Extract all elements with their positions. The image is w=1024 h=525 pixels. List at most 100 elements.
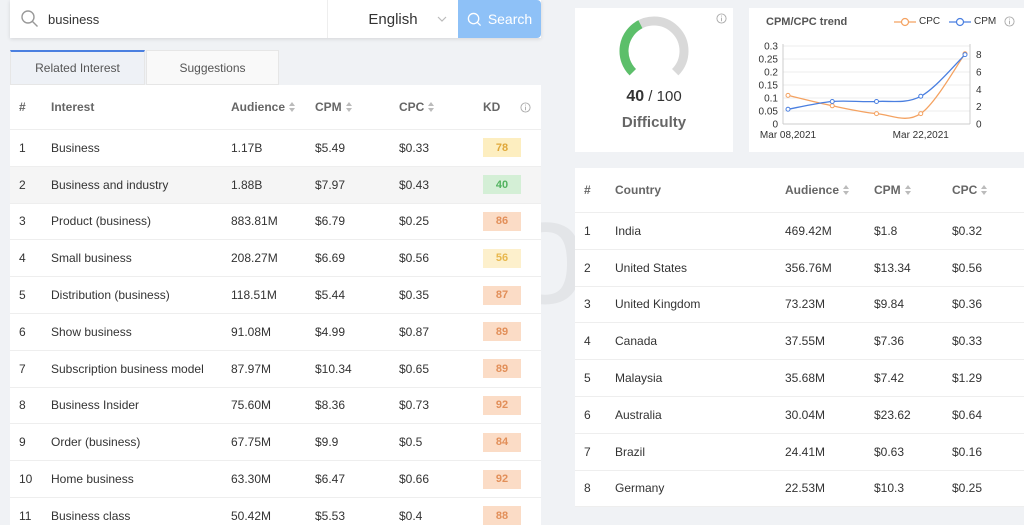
tab-suggestions[interactable]: Suggestions <box>146 50 279 85</box>
header-cpm[interactable]: CPM <box>306 100 390 114</box>
header-cpm[interactable]: CPM <box>865 183 943 197</box>
row-country: India <box>615 223 642 238</box>
table-row[interactable]: 6 Australia 30.04M $23.62 $0.64 <box>575 397 1024 434</box>
table-row[interactable]: 3 United Kingdom 73.23M $9.84 $0.36 <box>575 287 1024 324</box>
row-audience: 883.81M <box>231 214 278 229</box>
row-cpm: $7.42 <box>874 371 905 386</box>
row-audience: 469.42M <box>785 223 832 238</box>
language-selected: English <box>368 10 418 28</box>
row-cpm: $5.53 <box>315 508 346 523</box>
search-bar: English Search <box>10 0 541 38</box>
table-row[interactable]: 9 Order (business) 67.75M $9.9 $0.5 84 <box>10 424 541 462</box>
table-row[interactable]: 1 India 469.42M $1.8 $0.32 <box>575 213 1024 250</box>
row-interest: Business and industry <box>51 177 169 192</box>
table-row[interactable]: 10 Home business 63.30M $6.47 $0.66 92 <box>10 461 541 498</box>
row-kd-cell: 92 <box>474 469 541 489</box>
row-cpc: $0.43 <box>399 177 430 192</box>
header-interest: Interest <box>51 100 95 114</box>
header-cpc-label: CPC <box>952 183 978 197</box>
country-table: # Country Audience CPM CPC 1 India 469.42M… <box>575 168 1024 508</box>
row-cpc: $1.29 <box>952 371 983 386</box>
table-row[interactable]: 6 Show business 91.08M $4.99 $0.87 89 <box>10 314 541 351</box>
data-point-cpc <box>829 103 835 109</box>
header-num: # <box>584 183 591 197</box>
tab-related-interest[interactable]: Related Interest <box>10 50 145 85</box>
row-country: United Kingdom <box>615 297 701 312</box>
table-row[interactable]: 3 Product (business) 883.81M $6.79 $0.25 86 <box>10 204 541 241</box>
left-panel: English Search Related Interest Suggesti… <box>0 0 560 525</box>
x-tick-label: Mar 08,2021 <box>760 130 817 141</box>
language-select[interactable]: English <box>328 0 458 38</box>
chevron-down-icon <box>437 16 447 22</box>
table-row[interactable]: 8 Business Insider 75.60M $8.36 $0.73 92 <box>10 388 541 425</box>
table-row[interactable]: 2 United States 356.76M $13.34 $0.56 <box>575 250 1024 287</box>
kd-badge: 89 <box>483 359 521 379</box>
row-num: 1 <box>584 223 591 238</box>
row-num: 5 <box>584 371 591 386</box>
row-audience: 35.68M <box>785 371 826 386</box>
table-header: # Interest Audience CPM CPC KD <box>10 85 541 130</box>
row-cpc: $0.4 <box>399 508 423 523</box>
row-kd-cell: 92 <box>474 395 541 415</box>
row-num: 3 <box>19 214 26 229</box>
row-audience: 37.55M <box>785 334 826 349</box>
y-right-tick-label: 6 <box>976 68 982 79</box>
row-audience: 87.97M <box>231 361 272 376</box>
kd-badge: 78 <box>483 138 521 158</box>
table-row[interactable]: 11 Business class 50.42M $5.53 $0.4 88 <box>10 498 541 525</box>
search-button-label: Search <box>487 11 533 27</box>
sort-icon <box>345 101 352 113</box>
row-audience: 118.51M <box>231 288 277 303</box>
table-header: # Country Audience CPM CPC <box>575 168 1024 213</box>
y-right-tick-label: 2 <box>976 102 982 113</box>
row-interest: Business <box>51 140 100 155</box>
header-cpc[interactable]: CPC <box>390 100 474 114</box>
data-point-cpm <box>829 98 835 104</box>
row-num: 4 <box>584 334 591 349</box>
kd-badge: 87 <box>483 285 521 305</box>
row-audience: 50.42M <box>231 508 272 523</box>
y-left-tick-label: 0 <box>772 120 778 131</box>
search-input-wrap <box>10 0 328 38</box>
table-row[interactable]: 4 Small business 208.27M $6.69 $0.56 56 <box>10 240 541 278</box>
table-row[interactable]: 1 Business 1.17B $5.49 $0.33 78 <box>10 130 541 167</box>
row-num: 8 <box>584 481 591 496</box>
kd-badge: 88 <box>483 506 521 525</box>
table-row[interactable]: 4 Canada 37.55M $7.36 $0.33 <box>575 323 1024 361</box>
table-row[interactable]: 5 Distribution (business) 118.51M $5.44 $0.3… <box>10 277 541 314</box>
row-audience: 63.30M <box>231 472 272 487</box>
row-cpm: $7.97 <box>315 177 346 192</box>
search-button[interactable]: Search <box>458 0 541 38</box>
kd-badge: 89 <box>483 322 521 342</box>
row-num: 4 <box>19 251 26 266</box>
table-row[interactable]: 7 Brazil 24.41M $0.63 $0.16 <box>575 434 1024 471</box>
row-country: Malaysia <box>615 371 663 386</box>
difficulty-label: Difficulty <box>621 114 687 131</box>
header-kd: KD <box>474 100 541 114</box>
row-cpc: $0.36 <box>952 297 983 312</box>
info-icon[interactable] <box>520 101 531 113</box>
search-input[interactable] <box>48 11 308 27</box>
table-row[interactable]: 7 Subscription business model 87.97M $10.34… <box>10 351 541 388</box>
row-cpm: $4.99 <box>315 324 346 339</box>
header-audience[interactable]: Audience <box>776 183 865 197</box>
table-row[interactable]: 8 Germany 22.53M $10.3 $0.25 <box>575 471 1024 508</box>
row-cpm: $6.79 <box>315 214 346 229</box>
row-cpm: $8.36 <box>315 398 346 413</box>
trend-card: CPM/CPC trend CPC CPM 0 0.05 0.1 0.15 0.2 0.2… <box>749 8 1024 152</box>
table-row[interactable]: 5 Malaysia 35.68M $7.42 $1.29 <box>575 360 1024 397</box>
header-audience[interactable]: Audience <box>222 100 306 114</box>
tab-bar: Related Interest Suggestions <box>10 50 279 85</box>
info-icon[interactable] <box>716 13 727 24</box>
row-audience: 73.23M <box>785 297 826 312</box>
series-line-cpc <box>787 53 966 119</box>
header-cpc[interactable]: CPC <box>943 183 1024 197</box>
row-cpc: $0.25 <box>952 481 983 496</box>
difficulty-value: 40 <box>626 88 645 105</box>
row-cpm: $9.84 <box>874 297 905 312</box>
row-audience: 1.17B <box>231 140 263 155</box>
kd-badge: 92 <box>483 469 521 489</box>
row-interest: Business class <box>51 508 131 523</box>
header-cpm-label: CPM <box>874 183 901 197</box>
table-row[interactable]: 2 Business and industry 1.88B $7.97 $0.43 40 <box>10 166 541 204</box>
